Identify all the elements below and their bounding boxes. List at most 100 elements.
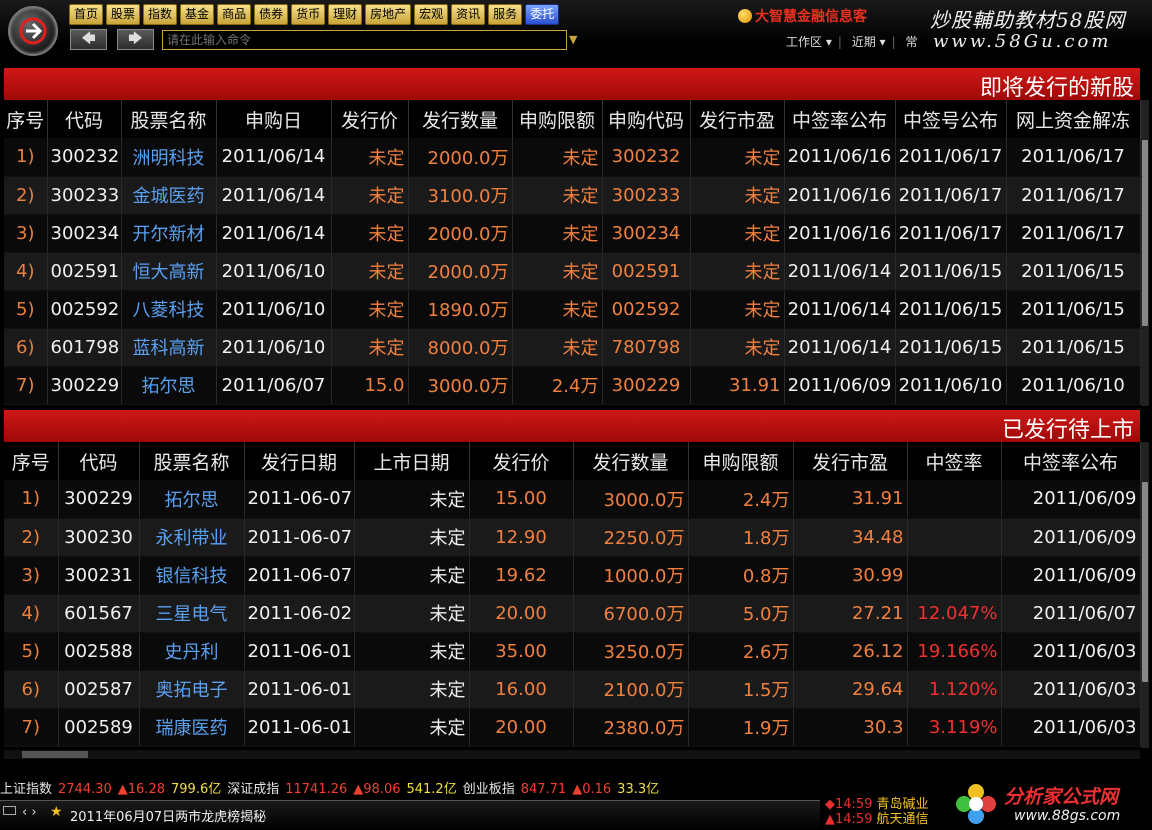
upcoming-col-header[interactable]: 中签率公布: [784, 100, 896, 138]
issued-col-header[interactable]: 发行市盈: [793, 442, 908, 480]
ticker-index-name[interactable]: 创业板指: [463, 782, 515, 797]
menu-common[interactable]: 常: [905, 35, 917, 49]
upcoming-col-header[interactable]: 发行数量: [408, 100, 513, 138]
issued-cell: 27.21: [793, 594, 908, 633]
upcoming-table-row[interactable]: 4) 002591 恒大高新 2011/06/10 未定 2000.0万 未定 002591 未…: [4, 252, 1141, 291]
issued-table-row[interactable]: 3) 300231 银信科技 2011-06-07 未定 19.62 1000.0万 0.8万…: [4, 556, 1141, 595]
news-nav-arrows[interactable]: ‹ ›: [22, 805, 37, 820]
issued-table-scrollbar[interactable]: [1141, 442, 1149, 748]
issued-cell: 2.6万: [688, 632, 794, 671]
upcoming-cell: 6): [4, 328, 48, 367]
alert-stock-name: 航天通信: [876, 812, 929, 827]
upcoming-cell: 未定: [331, 328, 409, 367]
issued-table-row[interactable]: 5) 002588 史丹利 2011-06-01 未定 35.00 3250.0万 2.6万 2…: [4, 632, 1141, 671]
issued-col-header[interactable]: 股票名称: [139, 442, 245, 480]
upcoming-cell: 002592: [47, 290, 122, 329]
upcoming-col-header[interactable]: 申购代码: [602, 100, 691, 138]
horizontal-scrollbar[interactable]: [4, 750, 1140, 759]
nav-button-7[interactable]: 理财: [328, 4, 363, 25]
issued-table-row[interactable]: 2) 300230 永利带业 2011-06-07 未定 12.90 2250.0万 1.8万…: [4, 518, 1141, 557]
nav-button-8[interactable]: 房地产: [365, 4, 412, 25]
issued-cell: 三星电气: [139, 594, 245, 633]
issued-cell: 5.0万: [688, 594, 794, 633]
upcoming-table-row[interactable]: 5) 002592 八菱科技 2011/06/10 未定 1890.0万 未定 002592 未…: [4, 290, 1141, 329]
issued-table-row[interactable]: 7) 002589 瑞康医药 2011-06-01 未定 20.00 2380.0万 1.9万…: [4, 708, 1141, 747]
upcoming-table-row[interactable]: 6) 601798 蓝科高新 2011/06/10 未定 8000.0万 未定 780798 未…: [4, 328, 1141, 367]
upcoming-cell: 2011/06/17: [1006, 214, 1141, 253]
issued-col-header[interactable]: 发行数量: [573, 442, 689, 480]
news-headline[interactable]: 2011年06月07日两市龙虎榜揭秘: [70, 806, 266, 825]
back-button[interactable]: 🡄: [70, 29, 107, 50]
issued-col-header[interactable]: 申购限额: [688, 442, 794, 480]
issued-col-header[interactable]: 发行价: [469, 442, 574, 480]
nav-button-0[interactable]: 首页: [69, 4, 104, 25]
nav-button-10[interactable]: 资讯: [451, 4, 486, 25]
upcoming-col-header[interactable]: 代码: [47, 100, 122, 138]
app-logo-icon[interactable]: [8, 6, 58, 56]
upcoming-cell: 2011/06/09: [784, 366, 896, 405]
issued-table-row[interactable]: 1) 300229 拓尔思 2011-06-07 未定 15.00 3000.0万 2.4万 3…: [4, 480, 1141, 519]
ticker-index-amount: 541.2亿: [406, 782, 457, 797]
upcoming-cell: 300233: [47, 176, 122, 215]
star-icon: ★: [50, 804, 63, 820]
upcoming-scroll-thumb[interactable]: [1142, 140, 1148, 326]
upcoming-col-header[interactable]: 发行市盈: [690, 100, 785, 138]
upcoming-cell: 300229: [602, 366, 691, 405]
nav-button-6[interactable]: 货币: [291, 4, 326, 25]
issued-col-header[interactable]: 序号: [4, 442, 59, 480]
issued-cell: 3000.0万: [573, 480, 689, 519]
upcoming-table-scrollbar[interactable]: [1141, 100, 1149, 406]
issued-col-header[interactable]: 代码: [58, 442, 140, 480]
command-input[interactable]: [162, 30, 567, 50]
issued-cell: 2011/06/09: [1001, 480, 1141, 519]
nav-button-3[interactable]: 基金: [180, 4, 215, 25]
issued-col-header[interactable]: 上市日期: [354, 442, 470, 480]
nav-button-12[interactable]: 委托: [525, 4, 560, 25]
upcoming-table-row[interactable]: 2) 300233 金城医药 2011/06/14 未定 3100.0万 未定 300233 未…: [4, 176, 1141, 215]
alert-item[interactable]: ▲14:59 航天通信: [825, 812, 945, 827]
issued-col-header[interactable]: 中签率: [907, 442, 1002, 480]
nav-button-11[interactable]: 服务: [488, 4, 523, 25]
upcoming-cell: 2011/06/17: [895, 176, 1007, 215]
upcoming-col-header[interactable]: 中签号公布: [895, 100, 1007, 138]
upcoming-table-row[interactable]: 7) 300229 拓尔思 2011/06/07 15.0 3000.0万 2.4万 3002…: [4, 366, 1141, 405]
issued-col-header[interactable]: 中签率公布: [1001, 442, 1141, 480]
menu-workspace[interactable]: 工作区 ▾: [786, 35, 832, 49]
upcoming-panel-title: 即将发行的新股: [979, 76, 1134, 101]
issued-scroll-thumb[interactable]: [1142, 482, 1148, 682]
issued-table-row[interactable]: 4) 601567 三星电气 2011-06-02 未定 20.00 6700.0万 5.0万…: [4, 594, 1141, 633]
nav-button-1[interactable]: 股票: [106, 4, 141, 25]
upcoming-col-header[interactable]: 发行价: [331, 100, 409, 138]
issued-cell: 002588: [58, 632, 140, 671]
issued-col-header[interactable]: 发行日期: [244, 442, 355, 480]
issued-cell: 未定: [354, 670, 470, 709]
upcoming-col-header[interactable]: 序号: [4, 100, 48, 138]
forward-button[interactable]: 🡆: [117, 29, 154, 50]
menu-recent[interactable]: 近期 ▾: [852, 35, 886, 49]
nav-button-2[interactable]: 指数: [143, 4, 178, 25]
ticker-index-name[interactable]: 上证指数: [0, 782, 52, 797]
upcoming-col-header[interactable]: 申购日: [216, 100, 332, 138]
mail-icon[interactable]: [3, 806, 16, 815]
upcoming-col-header[interactable]: 申购限额: [512, 100, 603, 138]
partner-logo-url: www.88gs.com: [1014, 808, 1121, 824]
nav-button-5[interactable]: 债券: [254, 4, 289, 25]
horizontal-scroll-thumb[interactable]: [22, 751, 88, 758]
upcoming-table-row[interactable]: 1) 300232 洲明科技 2011/06/14 未定 2000.0万 未定 300232 未…: [4, 138, 1141, 177]
upcoming-cell: 300229: [47, 366, 122, 405]
brand-label: 大智慧金融信息客: [738, 6, 867, 26]
command-dropdown-icon[interactable]: ▼: [569, 33, 577, 46]
issued-cell: 2380.0万: [573, 708, 689, 747]
ticker-index-name[interactable]: 深证成指: [227, 782, 279, 797]
issued-cell: 31.91: [793, 480, 908, 519]
nav-button-9[interactable]: 宏观: [414, 4, 449, 25]
issued-table-row[interactable]: 6) 002587 奥拓电子 2011-06-01 未定 16.00 2100.0万 1.5万…: [4, 670, 1141, 709]
upcoming-table-row[interactable]: 3) 300234 开尔新材 2011/06/14 未定 2000.0万 未定 300234 未…: [4, 214, 1141, 253]
upcoming-cell: 未定: [331, 176, 409, 215]
flower-logo-icon: [956, 784, 996, 824]
upcoming-cell: 2011/06/16: [784, 176, 896, 215]
upcoming-col-header[interactable]: 网上资金解冻: [1006, 100, 1141, 138]
upcoming-col-header[interactable]: 股票名称: [121, 100, 217, 138]
nav-button-4[interactable]: 商品: [217, 4, 252, 25]
alert-item[interactable]: ◆14:59 青岛碱业: [825, 797, 945, 812]
